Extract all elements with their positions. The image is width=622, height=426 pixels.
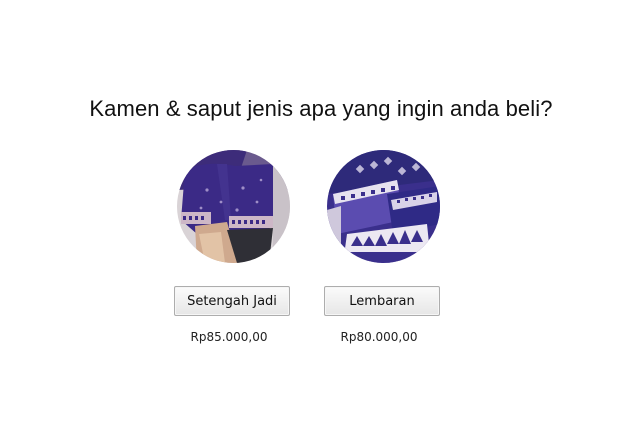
price-lembaran: Rp80.000,00 bbox=[340, 330, 418, 344]
option-setengah-jadi: Setengah Jadi Rp85.000,00 bbox=[168, 150, 298, 350]
option-lembaran: Lembaran Rp80.000,00 bbox=[318, 150, 448, 350]
product-image-lembaran[interactable] bbox=[327, 150, 440, 263]
setengah-jadi-button[interactable]: Setengah Jadi bbox=[174, 286, 290, 316]
purple-sarong-photo bbox=[177, 150, 290, 263]
folded-songket-photo bbox=[327, 150, 440, 263]
lembaran-button[interactable]: Lembaran bbox=[324, 286, 440, 316]
product-image-setengah-jadi[interactable] bbox=[177, 150, 290, 263]
product-choice-screen: Kamen & saput jenis apa yang ingin anda … bbox=[0, 0, 622, 426]
question-heading: Kamen & saput jenis apa yang ingin anda … bbox=[89, 96, 553, 121]
price-setengah-jadi: Rp85.000,00 bbox=[190, 330, 268, 344]
